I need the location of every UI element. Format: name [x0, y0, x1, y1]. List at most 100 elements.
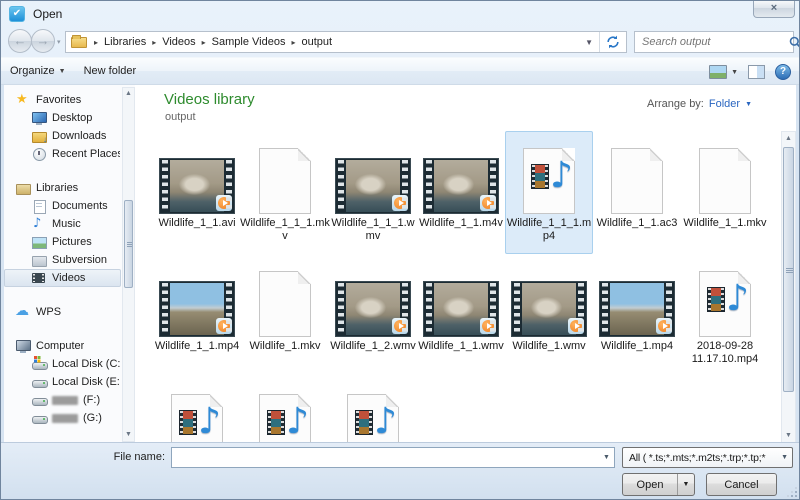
pictures-icon — [31, 235, 47, 249]
desktop-icon — [31, 111, 47, 125]
file-name-text: Wildlife_1_1_1.mp4 — [507, 217, 591, 243]
search-input[interactable] — [635, 36, 789, 48]
file-item[interactable]: ♪2018-09-2811.17.10.mp4 — [681, 254, 769, 377]
new-folder-button[interactable]: New folder — [75, 61, 146, 81]
breadcrumb-item[interactable]: Sample Videos — [207, 36, 291, 48]
sidebar-item-videos[interactable]: Videos — [4, 269, 121, 287]
sidebar-item-subversion[interactable]: Subversion — [4, 251, 121, 269]
play-overlay-icon — [216, 318, 232, 334]
scroll-down-icon[interactable]: ▼ — [123, 429, 134, 441]
sidebar-item-favorites[interactable]: Favorites — [4, 91, 121, 109]
file-list-pane: Videos library output Arrange by: Folder… — [135, 85, 796, 444]
scroll-up-icon[interactable]: ▲ — [782, 132, 795, 146]
library-subtitle: output — [165, 111, 196, 123]
forward-button[interactable]: → — [31, 29, 55, 53]
file-name-text: Wildlife_1_1.mp4 — [155, 340, 239, 353]
preview-pane-button[interactable] — [748, 65, 765, 79]
folder-icon — [71, 37, 87, 48]
file-name-text: Wildlife_1_2.wmv — [330, 340, 416, 353]
file-item[interactable]: Wildlife_1_1_1.wmv — [329, 131, 417, 254]
new-folder-label: New folder — [84, 65, 137, 77]
file-item[interactable]: Wildlife_1_1_1.mkv — [241, 131, 329, 254]
music-icon — [31, 217, 47, 231]
breadcrumb-item[interactable]: Libraries — [99, 36, 151, 48]
content-scroll-thumb[interactable] — [783, 147, 794, 392]
sidebar-item-computer[interactable]: Computer — [4, 337, 121, 355]
redacted-label — [52, 414, 78, 423]
media-file-icon: ♪ — [259, 382, 311, 444]
sidebar-item-label: Downloads — [52, 130, 106, 142]
sidebar-scrollbar[interactable]: ▲ ▼ — [122, 87, 135, 442]
open-button[interactable]: Open ▼ — [622, 473, 695, 496]
sidebar-item-documents[interactable]: Documents — [4, 197, 121, 215]
sidebar-item-label: WPS — [36, 306, 61, 318]
file-item[interactable]: Wildlife_1.mkv — [241, 254, 329, 377]
sidebar-item-local-disk-e[interactable]: Local Disk (E:) — [4, 373, 121, 391]
file-type-filter-value: All ( *.ts;*.mts;*.m2ts;*.trp;*.tp;* — [623, 452, 777, 464]
file-name-input[interactable] — [172, 452, 599, 464]
media-file-icon: ♪ — [171, 382, 223, 444]
address-dropdown-icon[interactable]: ▼ — [579, 38, 599, 47]
file-name-text: Wildlife_1_1.ac3 — [597, 217, 678, 230]
sidebar-item-libraries[interactable]: Libraries — [4, 179, 121, 197]
file-item[interactable]: ♪ — [241, 377, 329, 444]
sidebar-item-label: Favorites — [36, 94, 81, 106]
breadcrumb-item[interactable]: Videos — [157, 36, 200, 48]
content-scrollbar[interactable]: ▲ ▼ — [781, 131, 796, 444]
help-button[interactable]: ? — [775, 64, 791, 80]
open-dropdown-icon[interactable]: ▼ — [677, 474, 694, 495]
organize-label: Organize — [10, 65, 55, 77]
file-item[interactable]: Wildlife_1_1.ac3 — [593, 131, 681, 254]
sidebar-item-recent-places[interactable]: Recent Places — [4, 145, 121, 163]
scroll-up-icon[interactable]: ▲ — [123, 88, 134, 100]
filmstrip-icon — [179, 410, 197, 435]
video-file-icon — [423, 136, 499, 214]
files-grid: Wildlife_1_1.aviWildlife_1_1_1.mkvWildli… — [153, 131, 769, 444]
sidebar-item-g[interactable]: (G:) — [4, 409, 121, 427]
close-button[interactable]: × — [753, 1, 795, 18]
file-item[interactable]: Wildlife_1_1.mkv — [681, 131, 769, 254]
file-item[interactable]: Wildlife_1_1.avi — [153, 131, 241, 254]
refresh-button[interactable] — [599, 32, 626, 52]
scroll-down-icon[interactable]: ▼ — [782, 429, 795, 443]
file-item[interactable]: ♪ — [329, 377, 417, 444]
play-overlay-icon — [392, 195, 408, 211]
file-type-filter[interactable]: All ( *.ts;*.mts;*.m2ts;*.trp;*.tp;* ▼ — [622, 447, 793, 468]
arrange-by-control[interactable]: Arrange by: Folder ▼ — [647, 98, 752, 110]
organize-button[interactable]: Organize ▼ — [1, 61, 75, 81]
star-icon — [15, 93, 31, 107]
cloud-icon — [15, 305, 31, 319]
chevron-down-icon[interactable]: ▼ — [599, 454, 614, 461]
file-item[interactable]: ♪ — [153, 377, 241, 444]
sidebar-item-desktop[interactable]: Desktop — [4, 109, 121, 127]
file-item[interactable]: Wildlife_1_1.m4v — [417, 131, 505, 254]
sidebar-item-downloads[interactable]: Downloads — [4, 127, 121, 145]
back-button[interactable]: ← — [8, 29, 32, 53]
views-button[interactable]: ▼ — [709, 65, 738, 79]
resize-grip[interactable] — [787, 487, 797, 497]
computer-icon — [15, 339, 31, 353]
sidebar-scroll-thumb[interactable] — [124, 200, 133, 288]
sidebar-item-pictures[interactable]: Pictures — [4, 233, 121, 251]
refresh-icon — [606, 35, 620, 49]
sidebar-list: Favorites Desktop Downloads Recent Places Li… — [4, 91, 135, 427]
file-name-text: Wildlife_1_1.m4v — [419, 217, 503, 230]
file-item[interactable]: Wildlife_1.mp4 — [593, 254, 681, 377]
file-item[interactable]: Wildlife_1_1.mp4 — [153, 254, 241, 377]
cancel-button[interactable]: Cancel — [706, 473, 777, 496]
file-item[interactable]: ♪Wildlife_1_1_1.mp4 — [505, 131, 593, 254]
file-item[interactable]: Wildlife_1_2.wmv — [329, 254, 417, 377]
breadcrumb-item[interactable]: output — [296, 36, 337, 48]
sidebar-item-local-disk-c[interactable]: Local Disk (C:) — [4, 355, 121, 373]
sidebar-item-wps[interactable]: WPS — [4, 303, 121, 321]
media-file-icon: ♪ — [347, 382, 399, 444]
file-name-text: Wildlife_1_1_1.mkv — [240, 217, 330, 243]
breadcrumb-bar[interactable]: ▸ Libraries▸Videos▸Sample Videos▸output … — [65, 31, 627, 53]
sidebar-item-music[interactable]: Music — [4, 215, 121, 233]
recent-pages-dropdown-icon[interactable]: ▾ — [57, 38, 61, 46]
app-logo-icon: ✔ — [9, 6, 25, 22]
sidebar-item-f[interactable]: (F:) — [4, 391, 121, 409]
file-item[interactable]: Wildlife_1_1.wmv — [417, 254, 505, 377]
arrange-by-value[interactable]: Folder — [709, 98, 740, 110]
file-item[interactable]: Wildlife_1.wmv — [505, 254, 593, 377]
